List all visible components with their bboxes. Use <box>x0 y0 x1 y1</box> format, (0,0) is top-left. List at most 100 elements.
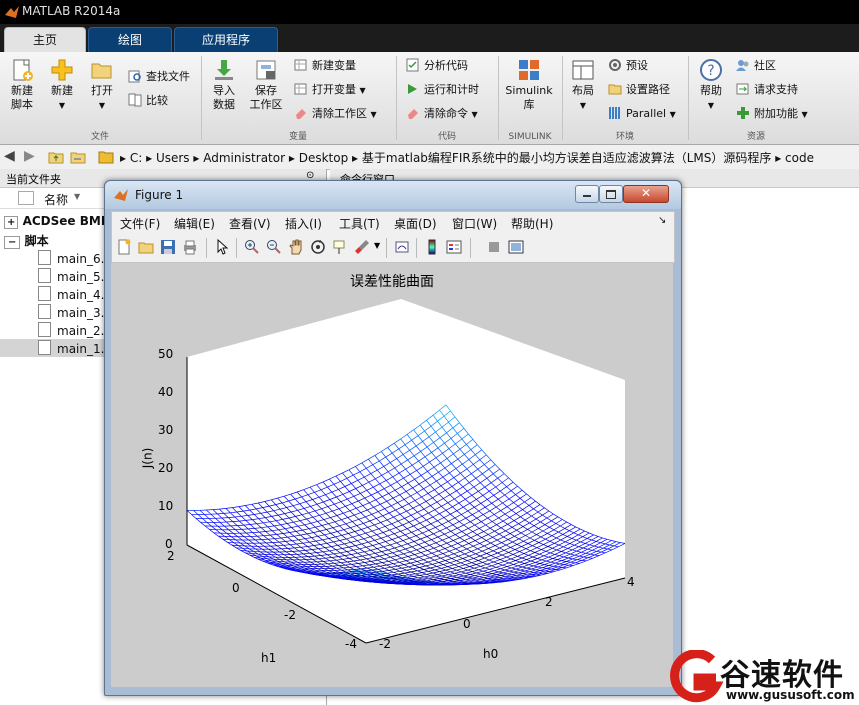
z-axis-label: J(n) <box>140 447 155 469</box>
preferences-button[interactable]: 预设 <box>608 57 648 75</box>
community-button[interactable]: 社区 <box>736 57 776 75</box>
mesh-segment <box>257 535 264 537</box>
rotate-3d-icon[interactable] <box>310 239 326 255</box>
zoom-out-icon[interactable] <box>266 239 282 255</box>
link-plot-icon[interactable] <box>394 239 410 255</box>
clear-commands-button[interactable]: 清除命令 ▼ <box>406 105 478 123</box>
legend-icon[interactable] <box>446 239 462 255</box>
add-ons-button[interactable]: 附加功能 ▼ <box>736 105 808 123</box>
breadcrumb[interactable]: ▸ C: ▸ Users ▸ Administrator ▸ Desktop ▸… <box>120 149 814 166</box>
import-data-icon <box>215 60 233 80</box>
pan-hand-icon[interactable] <box>288 239 304 255</box>
save-icon[interactable] <box>160 239 176 255</box>
menu-file[interactable]: 文件(F) <box>120 215 160 232</box>
mesh-segment <box>275 562 283 564</box>
plus-icon <box>51 59 73 81</box>
collapse-icon[interactable]: − <box>4 236 21 249</box>
tab-home[interactable]: 主页 <box>4 27 86 53</box>
tree-folder-acdsee[interactable]: + ACDSee BMP <box>4 214 110 229</box>
mesh-segment <box>242 547 250 550</box>
pointer-icon[interactable] <box>214 239 230 255</box>
compare-button[interactable]: 比较 <box>128 92 168 110</box>
help-button[interactable]: ? 帮助 ▼ <box>694 56 728 113</box>
minimize-button[interactable] <box>575 185 599 203</box>
clear-workspace-button[interactable]: 清除工作区 ▼ <box>294 105 377 123</box>
new-button[interactable]: 新建 ▼ <box>44 56 80 113</box>
back-arrow-icon[interactable]: ◀ <box>4 148 15 164</box>
data-cursor-icon[interactable] <box>332 239 348 255</box>
title-bar: MATLAB R2014a <box>0 0 859 24</box>
mesh-segment <box>252 531 260 533</box>
hide-plot-tools-icon[interactable] <box>486 239 502 255</box>
request-support-button[interactable]: 请求支持 <box>736 81 798 99</box>
show-plot-tools-icon[interactable] <box>508 239 524 255</box>
new-variable-icon <box>294 59 307 71</box>
figure-title: Figure 1 <box>135 188 184 202</box>
chevron-down-icon: ▼ <box>801 110 808 119</box>
figure-canvas[interactable]: 误差性能曲面 J(n) h0 h1 0 10 20 30 40 50 -2 0 … <box>111 263 673 687</box>
y-tick: -2 <box>284 608 296 622</box>
zoom-in-icon[interactable] <box>244 239 260 255</box>
help-icon: ? <box>700 59 722 81</box>
select-all-checkbox[interactable] <box>18 191 34 205</box>
ribbon-divider <box>562 56 563 140</box>
layout-icon <box>572 60 594 80</box>
surface-plot[interactable] <box>111 263 673 687</box>
menu-view[interactable]: 查看(V) <box>229 215 271 232</box>
new-script-button[interactable]: 新建 脚本 <box>4 56 40 112</box>
chevron-down-icon[interactable]: ▼ <box>374 241 380 250</box>
colorbar-icon[interactable] <box>424 239 440 255</box>
gear-icon <box>609 59 621 71</box>
m-file-icon <box>38 340 51 355</box>
mesh-segment <box>306 570 314 572</box>
x-tick: -2 <box>379 637 391 651</box>
mesh-segment <box>248 528 255 530</box>
y-tick: 0 <box>232 581 240 595</box>
save-workspace-button[interactable]: 保存 工作区 <box>246 56 286 112</box>
menu-window[interactable]: 窗口(W) <box>452 215 497 232</box>
run-and-time-button[interactable]: 运行和计时 <box>406 81 479 99</box>
menu-edit[interactable]: 编辑(E) <box>174 215 215 232</box>
close-button[interactable]: ✕ <box>623 185 669 203</box>
z-tick: 20 <box>158 461 174 475</box>
forward-arrow-icon[interactable]: ▶ <box>24 148 35 164</box>
brush-icon[interactable] <box>354 239 370 255</box>
find-files-button[interactable]: 查找文件 <box>128 68 190 86</box>
menu-insert[interactable]: 插入(I) <box>285 215 322 232</box>
figure-title-bar[interactable]: Figure 1 ✕ <box>105 181 681 209</box>
parallel-button[interactable]: Parallel ▼ <box>608 105 676 123</box>
mesh-segment <box>533 572 539 574</box>
name-column-header[interactable]: 名称 <box>44 191 68 208</box>
menu-tools[interactable]: 工具(T) <box>339 215 380 232</box>
new-variable-button[interactable]: 新建变量 <box>294 57 356 75</box>
open-button[interactable]: 打开 ▼ <box>84 56 120 113</box>
ribbon-divider <box>688 56 689 140</box>
window-title: MATLAB R2014a <box>22 4 121 18</box>
new-figure-icon[interactable] <box>116 239 132 255</box>
figure-menu-bar: 文件(F) 编辑(E) 查看(V) 插入(I) 工具(T) 桌面(D) 窗口(W… <box>111 211 675 235</box>
tab-plots[interactable]: 绘图 <box>88 27 172 53</box>
mesh-segment <box>540 570 545 572</box>
menu-desktop[interactable]: 桌面(D) <box>394 215 437 232</box>
watermark-url: www.gususoft.com <box>726 688 855 702</box>
open-file-icon[interactable] <box>138 239 154 255</box>
mesh-segment <box>312 558 319 560</box>
print-icon[interactable] <box>182 239 198 255</box>
new-script-icon <box>13 59 33 81</box>
expand-icon[interactable]: + <box>4 216 19 229</box>
group-label-resources: 资源 <box>746 132 765 142</box>
simulink-library-button[interactable]: Simulink 库 <box>502 56 556 112</box>
set-path-button[interactable]: 设置路径 <box>608 81 670 99</box>
dock-arrow-icon[interactable]: ↘ <box>658 215 666 226</box>
up-folder-icon[interactable] <box>48 149 64 165</box>
layout-button[interactable]: 布局 ▼ <box>566 56 600 113</box>
mesh-segment <box>438 583 443 585</box>
import-data-button[interactable]: 导入 数据 <box>206 56 242 112</box>
browse-folder-icon[interactable] <box>70 149 86 165</box>
analyze-code-button[interactable]: 分析代码 <box>406 57 468 75</box>
tab-apps[interactable]: 应用程序 <box>174 27 278 53</box>
menu-help[interactable]: 帮助(H) <box>511 215 553 232</box>
tree-folder-scripts[interactable]: − 脚本 <box>4 232 49 249</box>
open-variable-button[interactable]: 打开变量 ▼ <box>294 81 366 99</box>
maximize-button[interactable] <box>599 185 623 203</box>
